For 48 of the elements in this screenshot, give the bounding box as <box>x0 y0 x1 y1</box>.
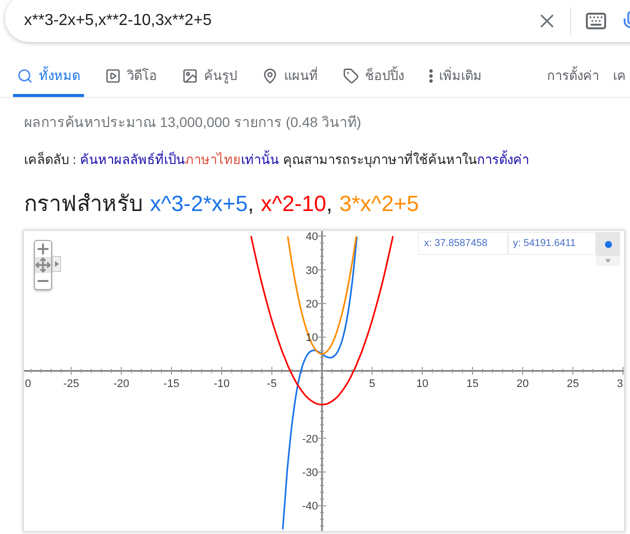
pan-icon[interactable] <box>35 257 51 273</box>
y-tick-label: 30 <box>306 264 318 277</box>
tip-text: เคล็ดลับ : ค้นหาผลลัพธ์ที่เป็นภาษาไทยเท่านั้น คุณสามารถระบุภาษาที่ใช้ค้นหาในการตั้งค่า <box>24 150 529 170</box>
x-tick-label: 5 <box>369 378 376 390</box>
nav-tab[interactable]: ทั้งหมด <box>13 58 84 97</box>
play-icon <box>105 68 121 84</box>
x-tick-label: -20 <box>113 378 130 390</box>
image-icon <box>182 68 198 84</box>
search-icon <box>17 68 33 84</box>
x-tick-label: -10 <box>214 378 230 390</box>
series-selector[interactable] <box>596 232 620 256</box>
nav-tab[interactable]: เพิ่มเติม <box>425 58 486 97</box>
nav-tab[interactable]: วิดีโอ <box>101 58 161 97</box>
tools-link[interactable]: การตั้งค่า <box>547 58 599 97</box>
result-stats: ผลการค้นหาประมาณ 13,000,000 รายการ (0.48 วินาที) <box>24 113 362 132</box>
y-tick-label: 40 <box>306 231 318 244</box>
x-readout: x: 37.8587458 <box>418 232 508 255</box>
keyboard-icon[interactable] <box>585 10 607 32</box>
tools-link[interactable]: เค <box>613 58 626 97</box>
x-tick-label: 25 <box>566 378 579 390</box>
nav-tab[interactable]: ค้นรูป <box>178 58 241 97</box>
nav-tab[interactable]: แผนที่ <box>258 58 322 97</box>
tip-link[interactable]: ภาษาไทย <box>184 152 241 167</box>
x-tick-label: -15 <box>164 378 180 390</box>
x-tick-label: 0 <box>25 378 32 390</box>
more-icon <box>429 69 433 83</box>
y-readout: y: 54191.6411 <box>508 232 596 255</box>
y-tick-label: -30 <box>302 467 318 479</box>
zoom-control[interactable] <box>34 240 52 290</box>
zoom-in-icon[interactable] <box>35 241 51 257</box>
x-tick-label: -5 <box>266 378 277 390</box>
y-tick-label: 20 <box>306 298 318 310</box>
tip-link[interactable]: ค้นหาผลลัพธ์ที่เป็น <box>80 152 185 167</box>
map-pin-icon <box>262 68 278 84</box>
x-tick-label: 10 <box>416 378 428 390</box>
y-tick-label: -40 <box>302 500 318 513</box>
search-field[interactable]: x**3-2x+5,x**2-10,3x**2+5 <box>24 9 514 33</box>
nav-tab[interactable]: ช็อปปิ้ง <box>339 58 408 97</box>
tip-link[interactable]: เท่านั้น <box>240 152 279 167</box>
x-tick-label: 15 <box>466 378 479 390</box>
x-tick-label: -25 <box>63 378 80 390</box>
x-tick-label: 20 <box>516 378 529 390</box>
tip-link[interactable]: การตั้งค่า <box>476 152 529 167</box>
y-tick-label: -20 <box>302 433 318 446</box>
tag-icon <box>343 68 359 84</box>
x-tick-label: 3 <box>616 378 623 390</box>
search-bar[interactable]: x**3-2x+5,x**2-10,3x**2+5 <box>5 0 630 42</box>
chart-title: กราฟสำหรับ x^3-2*x+5, x^2-10, 3*x^2+5 <box>24 190 419 218</box>
